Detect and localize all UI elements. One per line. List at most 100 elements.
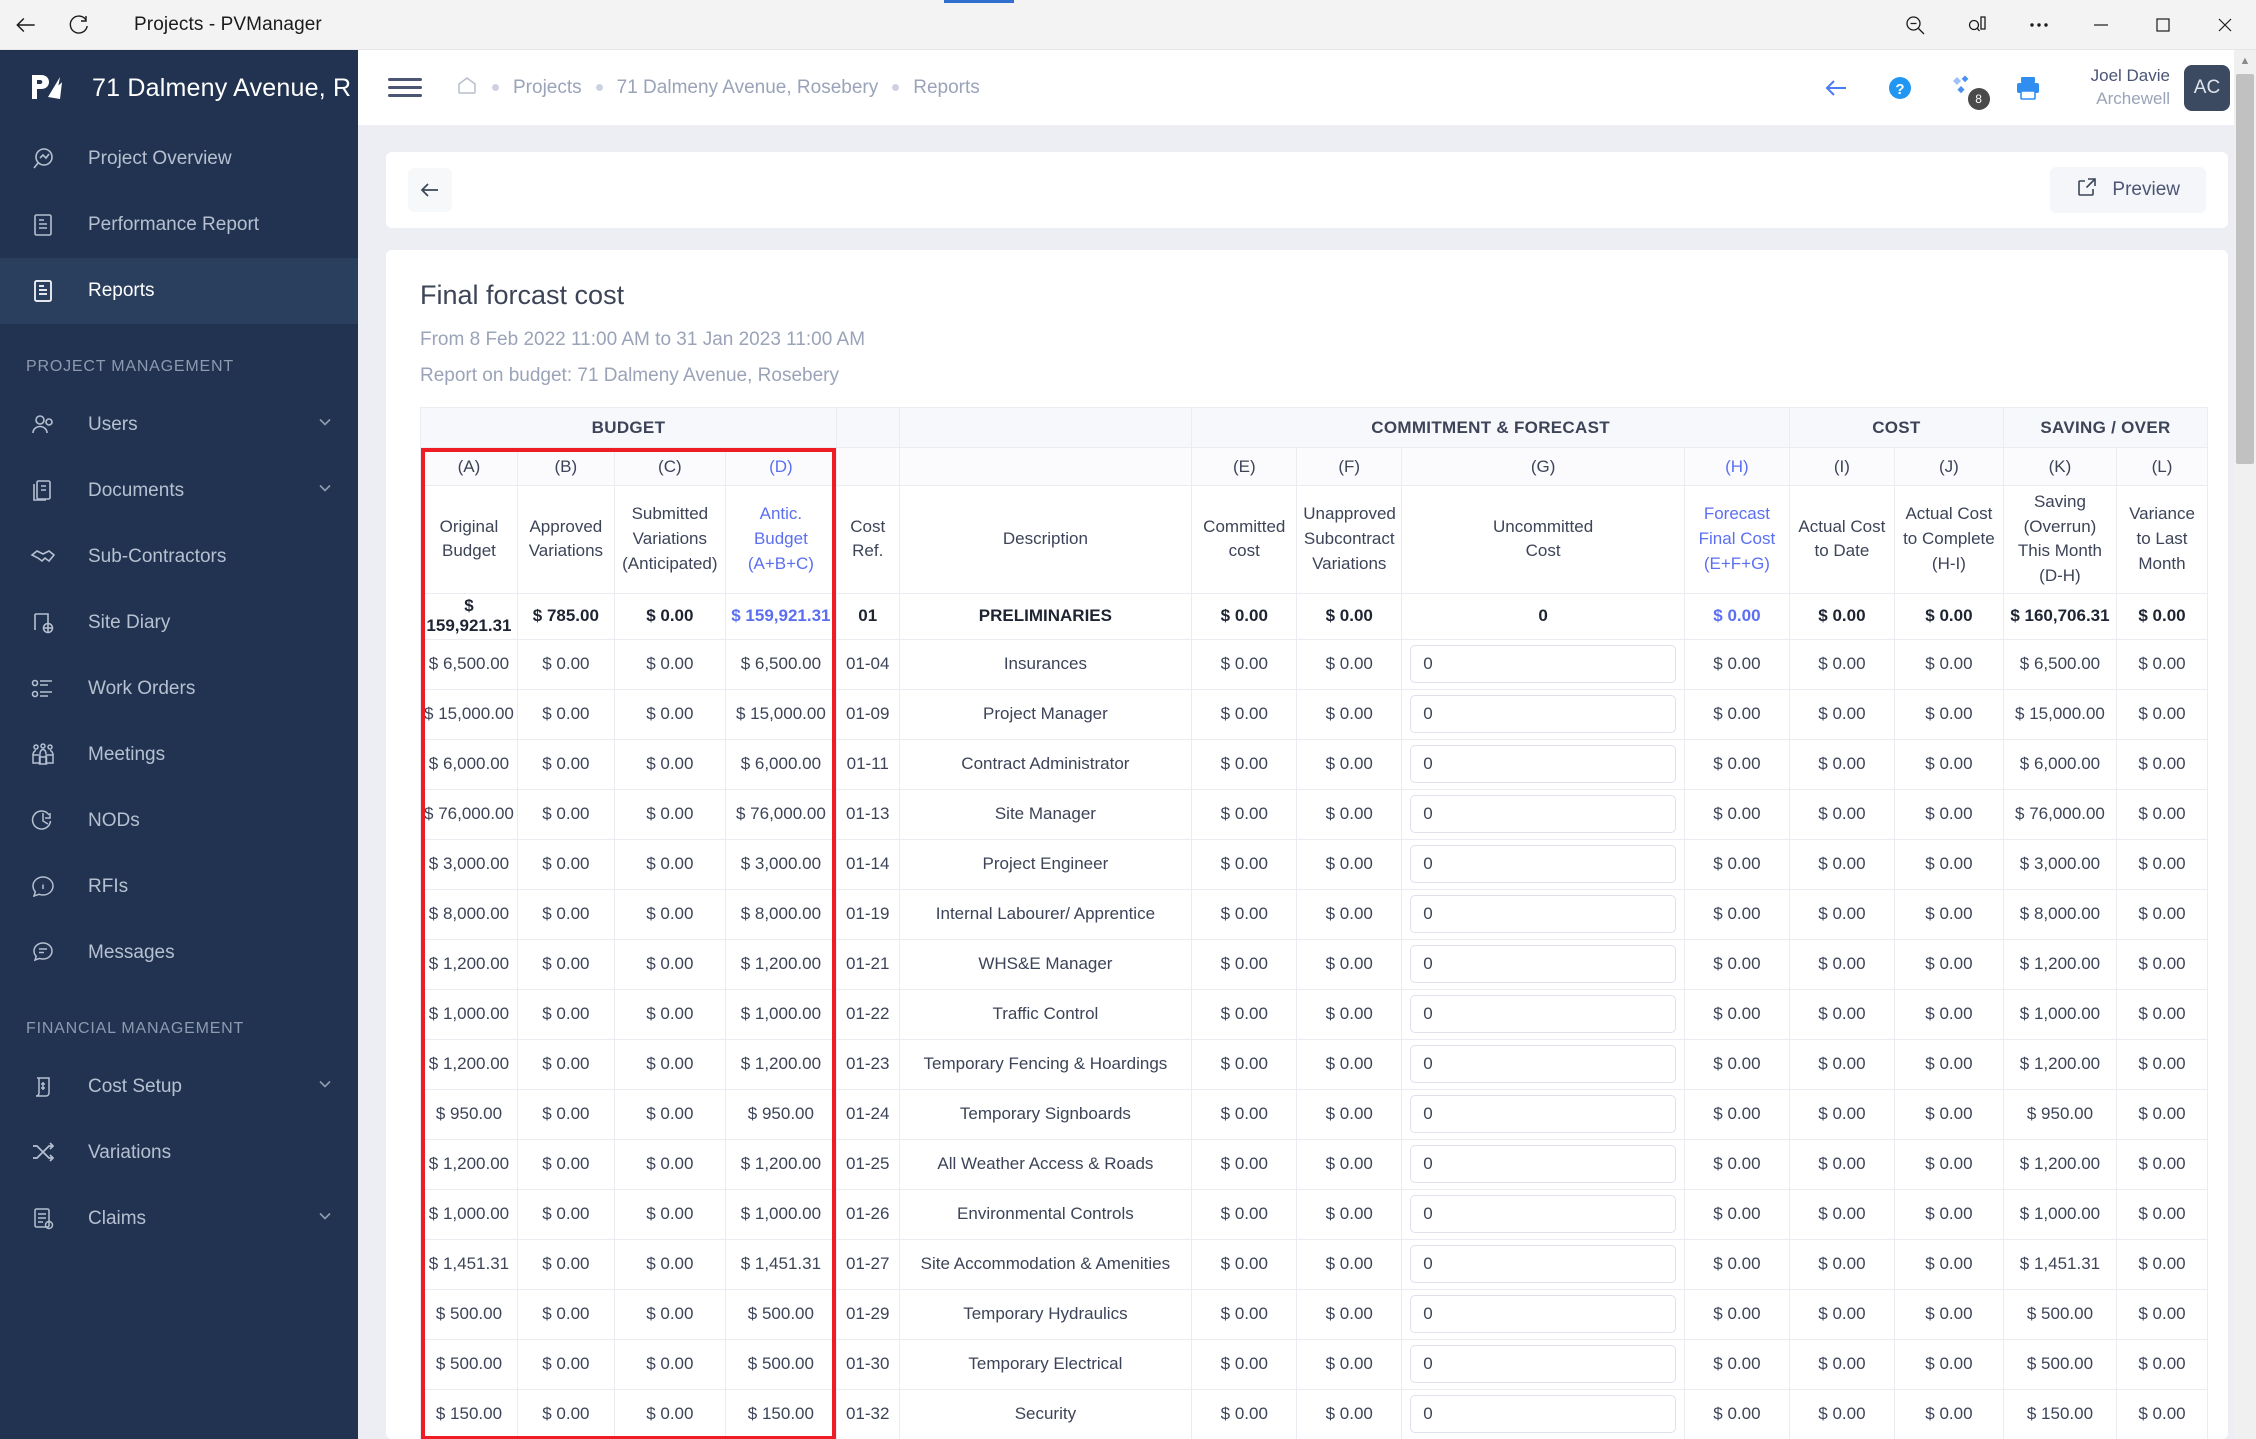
sidebar-item-sub-contractors[interactable]: Sub-Contractors	[0, 524, 358, 590]
minimize-icon[interactable]	[2070, 0, 2132, 50]
sidebar-item-reports[interactable]: Reports	[0, 258, 358, 324]
cell-g[interactable]	[1401, 938, 1685, 990]
uncommitted-cost-input[interactable]	[1410, 795, 1676, 834]
cell-j: $ 0.00	[1893, 1338, 2004, 1390]
cell-j: $ 0.00	[1893, 1238, 2004, 1290]
sidebar-item-messages[interactable]: Messages	[0, 920, 358, 986]
uncommitted-cost-input[interactable]	[1410, 695, 1676, 734]
cell-c: $ 0.00	[613, 1138, 726, 1190]
chevron-down-icon[interactable]	[316, 1207, 334, 1231]
sidebar-item-rfis[interactable]: RFIs	[0, 854, 358, 920]
reading-view-icon[interactable]	[1946, 0, 2008, 50]
cell-ref: 01-30	[835, 1338, 900, 1390]
uncommitted-cost-input[interactable]	[1410, 895, 1676, 934]
chevron-down-icon[interactable]	[316, 479, 334, 503]
col-header-line: Unapproved	[1303, 504, 1396, 524]
sidebar-item-site-diary[interactable]: Site Diary	[0, 590, 358, 656]
cell-g[interactable]	[1401, 838, 1685, 890]
sidebar-item-variations[interactable]: Variations	[0, 1120, 358, 1186]
table-group-header-row: BUDGET COMMITMENT & FORECAST COST SAVING…	[420, 407, 2209, 448]
col-letter-k: (K)	[2002, 447, 2117, 486]
cell-b: $ 0.00	[516, 1388, 615, 1439]
cell-desc: Site Accommodation & Amenities	[898, 1238, 1193, 1290]
sidebar-item-claims[interactable]: Claims	[0, 1186, 358, 1252]
sidebar-item-meetings[interactable]: Meetings	[0, 722, 358, 788]
cell-g[interactable]	[1401, 1188, 1685, 1240]
sidebar-item-cost-setup[interactable]: Cost Setup	[0, 1054, 358, 1120]
maximize-icon[interactable]	[2132, 0, 2194, 50]
cell-g[interactable]	[1401, 1338, 1685, 1390]
breadcrumb-item-project[interactable]: 71 Dalmeny Avenue, Rosebery	[617, 77, 879, 99]
sidebar-item-project-overview[interactable]: Project Overview	[0, 126, 358, 192]
menu-toggle-icon[interactable]	[388, 71, 422, 105]
cell-e: $ 0.00	[1191, 1088, 1298, 1140]
chevron-down-icon[interactable]	[316, 413, 334, 437]
cell-g[interactable]	[1401, 1288, 1685, 1340]
cell-e: $ 0.00	[1191, 1138, 1298, 1190]
cell-d: $ 3,000.00	[724, 838, 837, 890]
toolbar-back-button[interactable]	[408, 168, 452, 212]
page-scrollbar[interactable]: ▲	[2234, 50, 2256, 1439]
user-menu[interactable]: Joel Davie Archewell AC	[2091, 64, 2230, 111]
uncommitted-cost-input[interactable]	[1410, 745, 1676, 784]
col-header-line: Committed	[1203, 516, 1286, 536]
cell-g[interactable]	[1401, 788, 1685, 840]
sidebar: 71 Dalmeny Avenue, R Project Overview Pe…	[0, 50, 358, 1439]
cell-g[interactable]	[1401, 1388, 1685, 1439]
content-area: Preview Final forcast cost From 8 Feb 20…	[358, 126, 2256, 1439]
sidebar-item-work-orders[interactable]: Work Orders	[0, 656, 358, 722]
svg-text:?: ?	[1895, 81, 1904, 98]
uncommitted-cost-input[interactable]	[1410, 1395, 1676, 1434]
print-icon[interactable]	[2011, 71, 2045, 105]
cell-f: $ 0.00	[1296, 1288, 1403, 1340]
back-arrow-icon[interactable]	[1819, 71, 1853, 105]
cell-g[interactable]	[1401, 1138, 1685, 1190]
more-options-icon[interactable]	[2008, 0, 2070, 50]
group-header-saving-over: SAVING / OVER	[2002, 407, 2209, 448]
avatar[interactable]: AC	[2184, 64, 2230, 111]
uncommitted-cost-input[interactable]	[1410, 845, 1676, 884]
uncommitted-cost-input[interactable]	[1410, 945, 1676, 984]
sidebar-brand[interactable]: 71 Dalmeny Avenue, R	[0, 50, 358, 126]
apps-icon[interactable]: 8	[1947, 71, 1990, 110]
uncommitted-cost-input[interactable]	[1410, 1195, 1676, 1234]
breadcrumb-item-reports[interactable]: Reports	[913, 77, 980, 99]
breadcrumb-item-projects[interactable]: Projects	[513, 77, 582, 99]
cell-g[interactable]	[1401, 1038, 1685, 1090]
uncommitted-cost-input[interactable]	[1410, 1145, 1676, 1184]
sidebar-item-nods[interactable]: NODs	[0, 788, 358, 854]
window-refresh-button[interactable]	[52, 0, 104, 50]
uncommitted-cost-input[interactable]	[1410, 1095, 1676, 1134]
cell-g[interactable]	[1401, 1238, 1685, 1290]
cell-g[interactable]	[1401, 1088, 1685, 1140]
scroll-up-arrow[interactable]: ▲	[2234, 50, 2256, 72]
uncommitted-cost-input[interactable]	[1410, 1245, 1676, 1284]
sidebar-item-documents[interactable]: Documents	[0, 458, 358, 524]
sidebar-item-users[interactable]: Users	[0, 392, 358, 458]
window-back-button[interactable]	[0, 0, 52, 50]
cell-a: $ 1,451.31	[420, 1238, 518, 1290]
cell-g[interactable]	[1401, 638, 1685, 690]
uncommitted-cost-input[interactable]	[1410, 645, 1676, 684]
chevron-down-icon[interactable]	[316, 1075, 334, 1099]
cell-g[interactable]	[1401, 688, 1685, 740]
cell-h: $ 0.00	[1683, 1288, 1790, 1340]
zoom-out-icon[interactable]	[1884, 0, 1946, 50]
uncommitted-cost-input[interactable]	[1410, 995, 1676, 1034]
cell-g[interactable]	[1401, 888, 1685, 940]
uncommitted-cost-input[interactable]	[1410, 1045, 1676, 1084]
preview-button[interactable]: Preview	[2050, 167, 2206, 213]
uncommitted-cost-input[interactable]	[1410, 1295, 1676, 1334]
home-icon[interactable]	[456, 74, 478, 102]
cell-g[interactable]	[1401, 738, 1685, 790]
cell-j: $ 0.00	[1893, 1288, 2004, 1340]
scrollbar-thumb[interactable]	[2236, 74, 2254, 464]
uncommitted-cost-input[interactable]	[1410, 1345, 1676, 1384]
cell-g[interactable]	[1401, 988, 1685, 1040]
sidebar-item-label: Variations	[88, 1142, 172, 1163]
close-icon[interactable]	[2194, 0, 2256, 50]
sidebar-item-performance-report[interactable]: Performance Report	[0, 192, 358, 258]
cell-i: $ 0.00	[1788, 1238, 1895, 1290]
help-icon[interactable]: ?	[1883, 71, 1917, 105]
cell-k: $ 8,000.00	[2002, 888, 2117, 940]
